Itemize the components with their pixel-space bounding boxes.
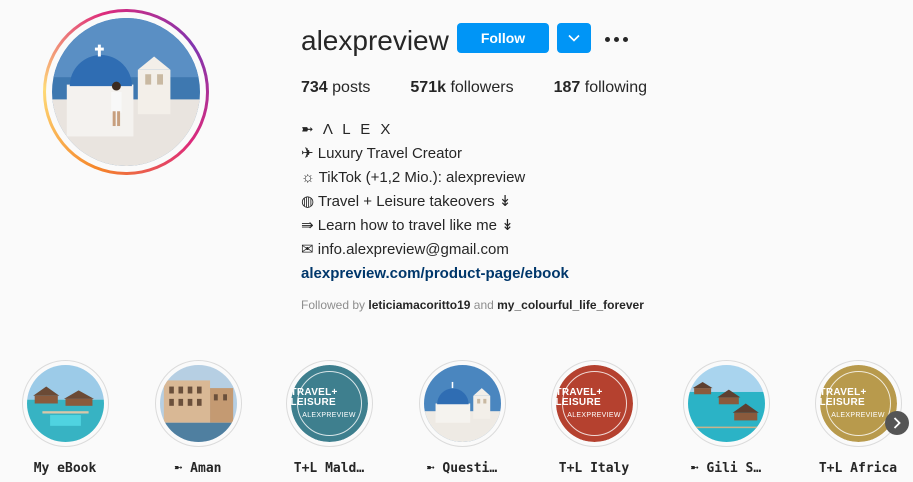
bio-line: ☼ TikTok (+1,2 Mio.): alexpreview: [301, 169, 526, 186]
profile-username: alexpreview: [301, 25, 449, 56]
followers-stat[interactable]: 571k followers: [410, 79, 513, 97]
avatar-gap: [46, 12, 206, 172]
badge-inner-ring: [561, 371, 627, 436]
followed-by-joiner: and: [473, 298, 494, 312]
highlight-image: TRAVEL+ LEISURE ALEXPREVIEW: [819, 365, 897, 442]
badge-inner-ring: [825, 371, 891, 436]
followers-count: 571k: [410, 79, 446, 96]
highlight-cover: TRAVEL+ LEISURE ALEXPREVIEW: [814, 360, 902, 447]
highlight-image: TRAVEL+ LEISURE ALEXPREVIEW: [555, 365, 633, 442]
highlight-label: T+L Italy: [558, 461, 630, 476]
highlight-item[interactable]: My eBook: [10, 360, 120, 476]
profile-avatar[interactable]: [43, 9, 209, 175]
chevron-right-icon: [893, 417, 901, 429]
posts-stat: 734 posts: [301, 79, 370, 97]
highlight-item[interactable]: TRAVEL+ LEISURE ALEXPREVIEW T+L Italy: [539, 360, 649, 476]
highlight-cover: TRAVEL+ LEISURE ALEXPREVIEW: [550, 360, 638, 447]
chevron-down-icon: [568, 34, 580, 42]
posts-label: posts: [332, 79, 371, 96]
highlight-cover: [418, 360, 506, 447]
highlight-image: [159, 365, 237, 442]
bio-line: ◍ Travel + Leisure takeovers ↡: [301, 193, 512, 210]
travel-leisure-badge: TRAVEL+ LEISURE ALEXPREVIEW: [290, 365, 368, 442]
more-options-button[interactable]: [600, 24, 632, 54]
follow-button[interactable]: Follow: [457, 23, 549, 53]
following-label: following: [584, 79, 648, 96]
bio-name: ➼ Λ L E X: [301, 121, 394, 138]
bio-line: ⇛ Learn how to travel like me ↡: [301, 217, 514, 234]
highlights-next-button[interactable]: [885, 411, 909, 435]
following-stat[interactable]: 187 following: [554, 79, 647, 97]
followed-by-user[interactable]: my_colourful_life_forever: [497, 298, 644, 312]
travel-leisure-badge: TRAVEL+ LEISURE ALEXPREVIEW: [555, 365, 633, 442]
highlight-image: [687, 365, 765, 442]
highlight-cover: TRAVEL+ LEISURE ALEXPREVIEW: [285, 360, 373, 447]
more-horizontal-icon-dot: [604, 36, 610, 42]
profile-bio: ➼ Λ L E X ✈ Luxury Travel Creator ☼ TikT…: [301, 118, 569, 286]
story-highlights: My eBook ➼ Aman TRAVEL+ LEISURE ALEXPREV…: [0, 360, 913, 482]
highlight-label: My eBook: [33, 461, 97, 476]
bio-website-link[interactable]: alexpreview.com/product-page/ebook: [301, 262, 569, 286]
highlight-cover: [154, 360, 242, 447]
highlight-cover: [21, 360, 109, 447]
highlight-item[interactable]: ➼ Questi…: [407, 360, 517, 476]
highlight-item[interactable]: ➼ Gili S…: [671, 360, 781, 476]
highlight-cover: [682, 360, 770, 447]
highlight-item[interactable]: ➼ Aman: [143, 360, 253, 476]
following-count: 187: [553, 79, 581, 96]
profile-stats: 734 posts 571k followers 187 following: [301, 79, 687, 97]
highlight-image: TRAVEL+ LEISURE ALEXPREVIEW: [290, 365, 368, 442]
highlight-image: [26, 365, 104, 442]
more-horizontal-icon-dot: [613, 36, 619, 42]
bio-line: ✉ info.alexpreview@gmail.com: [301, 241, 509, 258]
bio-line: ✈ Luxury Travel Creator: [301, 145, 462, 162]
more-horizontal-icon-dot: [622, 36, 628, 42]
followed-by-prefix: Followed by: [301, 298, 366, 312]
highlight-label: T+L Africa: [818, 461, 898, 476]
highlight-item[interactable]: TRAVEL+ LEISURE ALEXPREVIEW T+L Mald…: [274, 360, 384, 476]
followers-label: followers: [450, 79, 514, 96]
highlight-label: ➼ Gili S…: [690, 461, 762, 476]
travel-leisure-badge: TRAVEL+ LEISURE ALEXPREVIEW: [819, 365, 897, 442]
highlight-label: T+L Mald…: [293, 461, 365, 476]
badge-inner-ring: [296, 371, 362, 436]
highlight-image: [423, 365, 501, 442]
highlight-label: ➼ Questi…: [426, 461, 498, 476]
suggested-dropdown-button[interactable]: [557, 23, 591, 53]
followed-by-user[interactable]: leticiamacoritto19: [368, 298, 470, 312]
highlight-label: ➼ Aman: [174, 461, 222, 476]
avatar-image: [52, 18, 200, 166]
posts-count: 734: [301, 79, 328, 96]
followed-by[interactable]: Followed by leticiamacoritto19 and my_co…: [301, 298, 644, 312]
